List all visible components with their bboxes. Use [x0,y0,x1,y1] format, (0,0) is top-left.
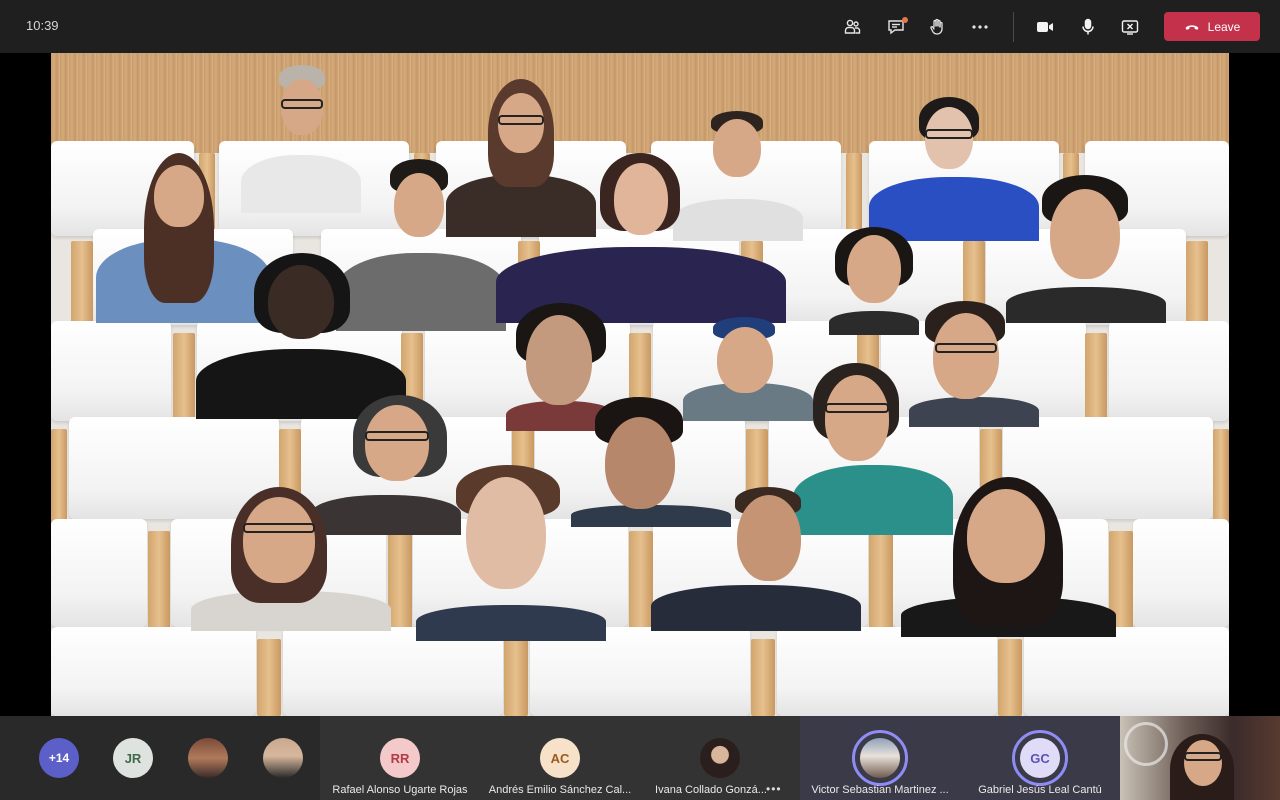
participant-photo-avatar [860,738,900,778]
more-icon [972,25,988,29]
participant-avatar-ac: AC [540,738,580,778]
seat-post [629,531,653,633]
roster-tile-speaking[interactable]: Victor Sebastian Martinez ... [800,716,960,800]
participant-name: Victor Sebastian Martinez ... [811,784,949,796]
avatar-initials: RR [390,750,410,766]
seat-post [1213,429,1229,525]
seat [1133,519,1229,627]
seat [51,519,147,627]
seat [51,627,256,716]
seat [1109,321,1229,421]
seat-post [257,639,281,716]
seat-post [1186,241,1208,331]
seat-post [173,333,195,428]
share-screen-button[interactable] [1116,13,1144,41]
mic-icon [1082,18,1094,35]
avatar-initials: GC [1030,750,1050,766]
seat [1024,627,1229,716]
wood-wall [51,53,1229,153]
participant-video [496,153,786,323]
participant-video [651,487,861,631]
raise-hand-icon [930,18,943,35]
unread-badge [902,17,908,23]
participant-video [191,485,391,631]
background-fan [1124,722,1168,766]
seat-post [51,429,67,525]
meeting-toolbar: 10:39 Leave [0,0,1280,53]
meeting-timer: 10:39 [26,18,59,33]
participant-avatar-gc: GC [1020,738,1060,778]
avatar-initials: AC [550,750,570,766]
tile-more-options[interactable]: ••• [766,782,782,796]
seat-post [388,531,412,633]
mic-toggle-button[interactable] [1074,13,1102,41]
self-view-glasses [1184,752,1222,761]
auditorium-scene [51,53,1229,716]
roster-tile[interactable]: RR Rafael Alonso Ugarte Rojas [320,716,480,800]
roster-overflow-group: +14 JR [0,716,320,800]
participant-video [416,465,606,641]
participant-name: Rafael Alonso Ugarte Rojas [332,784,468,796]
roster-tile[interactable]: AC Andrés Emilio Sánchez Cal... [480,716,640,800]
seat-post [148,531,170,633]
seat-post [998,639,1022,716]
participant-video [901,477,1116,637]
self-view-video[interactable] [1120,716,1280,800]
participants-button[interactable] [838,13,866,41]
together-mode-stage [0,53,1280,716]
camera-icon [1037,22,1053,32]
more-actions-button[interactable] [966,13,994,41]
participant-name: Ivana Collado Gonzá... [655,784,767,796]
leave-button[interactable]: Leave [1164,12,1260,41]
seat [777,627,997,716]
chat-button[interactable] [882,13,910,41]
seat-post [751,639,775,716]
seat [51,321,171,421]
participant-photo-avatar[interactable] [188,738,228,778]
share-stop-icon [1121,20,1139,35]
participant-video [829,225,919,335]
roster-tile[interactable]: Ivana Collado Gonzá... ••• [640,716,800,800]
seat-post [71,241,93,331]
seat-post [504,639,528,716]
hang-up-icon [1185,24,1199,30]
participant-roster: +14 JR RR Rafael Alonso Ugarte Rojas AC … [0,716,1280,800]
participant-photo-avatar [700,738,740,778]
roster-tile-speaking[interactable]: GC Gabriel Jesús Leal Cantú [960,716,1120,800]
overflow-count-avatar[interactable]: +14 [39,738,79,778]
people-icon [844,19,861,34]
participant-name: Gabriel Jesús Leal Cantú [978,784,1102,796]
camera-toggle-button[interactable] [1031,13,1059,41]
raise-hand-button[interactable] [923,13,951,41]
toolbar-divider [1013,12,1014,42]
seat-post [1085,333,1107,428]
participant-avatar-rr: RR [380,738,420,778]
participant-photo-avatar[interactable] [263,738,303,778]
leave-label: Leave [1207,19,1241,34]
participant-name: Andrés Emilio Sánchez Cal... [488,784,632,796]
seat-post [869,531,893,633]
self-view-person-face [1184,740,1222,786]
participant-avatar-jr[interactable]: JR [113,738,153,778]
